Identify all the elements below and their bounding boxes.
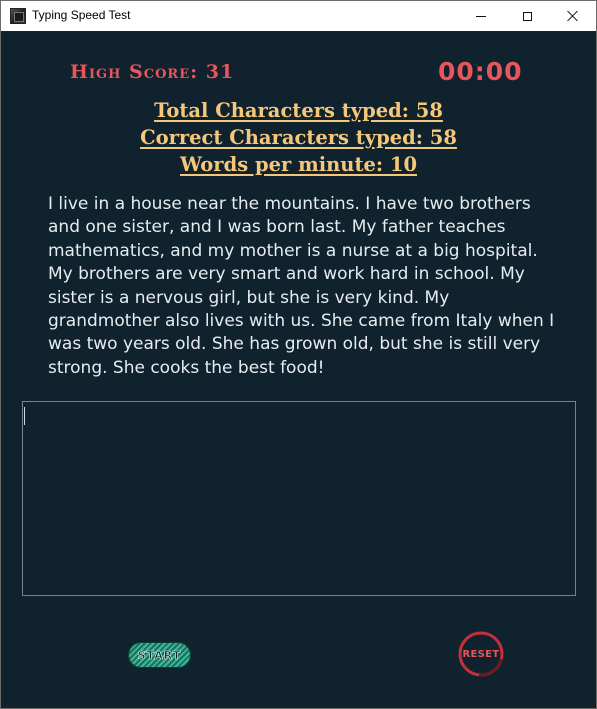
minimize-icon bbox=[476, 15, 486, 17]
title-bar[interactable]: Typing Speed Test bbox=[1, 1, 596, 31]
high-score-label: High Score: 31 bbox=[70, 61, 235, 83]
start-button-label: START bbox=[137, 648, 182, 662]
app-icon bbox=[10, 8, 26, 24]
close-icon bbox=[567, 10, 579, 22]
timer-display: 00:00 bbox=[438, 57, 523, 86]
passage-text: I live in a house near the mountains. I … bbox=[48, 194, 555, 378]
correct-characters-stat: Correct Characters typed: 58 bbox=[140, 126, 457, 149]
start-button[interactable]: START bbox=[128, 642, 191, 668]
reset-button-label: RESET bbox=[462, 648, 500, 660]
maximize-button[interactable] bbox=[504, 1, 550, 31]
stats-panel: Total Characters typed: 58 Correct Chara… bbox=[1, 97, 596, 178]
words-per-minute-stat: Words per minute: 10 bbox=[179, 153, 418, 176]
text-caret bbox=[24, 407, 25, 425]
minimize-button[interactable] bbox=[458, 1, 504, 31]
maximize-icon bbox=[522, 11, 532, 21]
total-characters-stat: Total Characters typed: 58 bbox=[154, 99, 443, 122]
typing-input[interactable] bbox=[22, 401, 576, 596]
window-title: Typing Speed Test bbox=[32, 8, 131, 22]
app-window: Typing Speed Test High Score: 31 00:00 T… bbox=[0, 0, 597, 709]
reset-button[interactable]: RESET bbox=[457, 630, 505, 678]
close-button[interactable] bbox=[550, 1, 596, 31]
